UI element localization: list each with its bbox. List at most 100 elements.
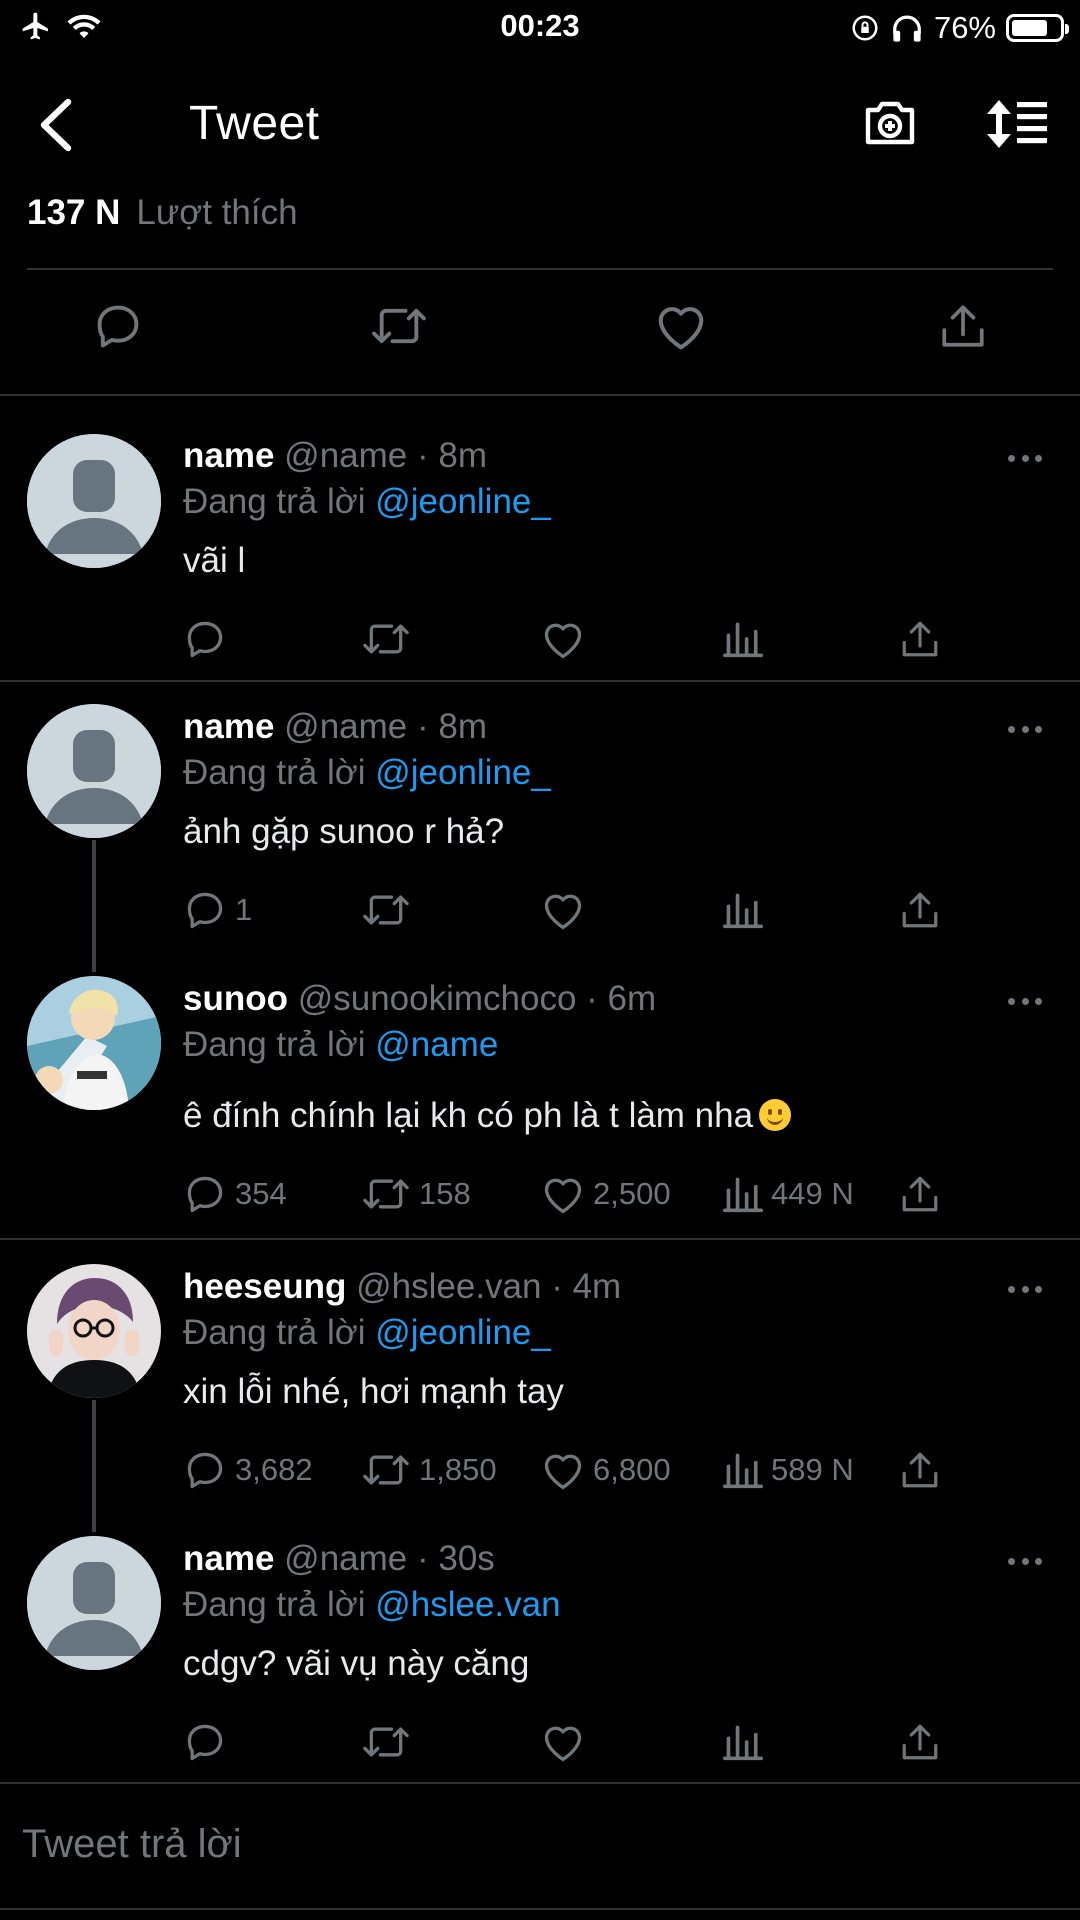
retweet-count: 1,850 — [419, 1452, 497, 1487]
tweet-actions — [183, 1720, 963, 1770]
display-name[interactable]: name — [183, 436, 274, 475]
retweet-button[interactable] — [361, 1720, 419, 1764]
display-name[interactable]: sunoo — [183, 979, 288, 1018]
replying-prefix: Đang trả lời — [183, 1585, 366, 1624]
more-options-button[interactable] — [1008, 1286, 1042, 1294]
avatar[interactable] — [27, 1264, 161, 1398]
share-button[interactable] — [899, 1448, 941, 1492]
reply-tweet[interactable]: sunoo @sunookimchoco · 6m Đang trả lời @… — [0, 974, 1080, 1238]
orientation-lock-icon — [852, 15, 878, 41]
reply-button[interactable]: 3,682 — [183, 1448, 313, 1492]
like-button[interactable] — [541, 617, 593, 661]
main-retweet-button[interactable] — [370, 300, 428, 357]
view-count: 449 N — [771, 1176, 854, 1211]
like-button[interactable]: 2,500 — [541, 1172, 671, 1216]
default-avatar-icon — [27, 1536, 161, 1670]
views-chart-icon — [723, 1725, 763, 1761]
avatar[interactable] — [27, 1536, 161, 1670]
tweet-actions — [183, 617, 963, 667]
main-reply-button[interactable] — [92, 300, 144, 357]
camera-button[interactable] — [862, 96, 918, 153]
like-button[interactable] — [541, 888, 593, 932]
reply-tweet[interactable]: name @name · 30s Đang trả lời @hslee.van… — [0, 1534, 1080, 1784]
battery-icon — [1006, 14, 1069, 42]
sort-button[interactable] — [985, 98, 1049, 155]
replying-to: Đang trả lời @name — [183, 1025, 498, 1065]
share-button[interactable] — [899, 1172, 941, 1216]
views-button[interactable] — [723, 1720, 771, 1764]
reply-composer-input[interactable]: Tweet trả lời — [22, 1822, 242, 1867]
avatar[interactable] — [27, 976, 161, 1110]
divider — [0, 1908, 1080, 1910]
mention-link[interactable]: @jeonline_ — [375, 1313, 551, 1352]
handle-time: @name · 8m — [284, 707, 487, 746]
page-title: Tweet — [189, 97, 320, 150]
more-options-button[interactable] — [1008, 1558, 1042, 1566]
reply-button[interactable] — [183, 1720, 235, 1764]
tweet-header: name @name · 8m — [183, 707, 487, 747]
share-icon — [902, 621, 938, 657]
reply-tweet[interactable]: name @name · 8m Đang trả lời @jeonline_ … — [0, 430, 1080, 680]
mention-link[interactable]: @hslee.van — [375, 1585, 560, 1624]
tweet-actions: 354 158 2,500 449 N — [183, 1172, 963, 1222]
retweet-icon — [363, 1179, 409, 1209]
reply-button[interactable]: 1 — [183, 888, 252, 932]
tweet-text: vãi l — [183, 541, 246, 580]
main-share-button[interactable] — [938, 300, 988, 357]
more-options-button[interactable] — [1008, 726, 1042, 734]
status-bar: 00:23 76% — [0, 0, 1080, 54]
reply-tweet[interactable]: heeseung @hslee.van · 4m Đang trả lời @j… — [0, 1262, 1080, 1532]
share-button[interactable] — [899, 1720, 941, 1764]
tweet-text-wrap: ê đính chính lại kh có ph là t làm nha — [183, 1096, 792, 1136]
views-button[interactable]: 589 N — [723, 1448, 854, 1492]
handle-time: @name · 30s — [284, 1539, 495, 1578]
mention-link[interactable]: @name — [375, 1025, 498, 1064]
tweet-actions: 3,682 1,850 6,800 589 N — [183, 1448, 963, 1498]
likes-summary[interactable]: 137 N Lượt thích — [27, 193, 298, 233]
replying-to: Đang trả lời @jeonline_ — [183, 753, 551, 793]
views-button[interactable] — [723, 888, 771, 932]
like-button[interactable]: 6,800 — [541, 1448, 671, 1492]
views-chart-icon — [723, 622, 763, 658]
reply-icon — [187, 892, 223, 929]
mention-link[interactable]: @jeonline_ — [375, 482, 551, 521]
reply-icon — [187, 1724, 223, 1761]
share-button[interactable] — [899, 617, 941, 661]
retweet-button[interactable] — [361, 888, 419, 932]
replying-prefix: Đang trả lời — [183, 753, 366, 792]
reply-count: 1 — [235, 892, 253, 927]
retweet-icon — [363, 895, 409, 925]
display-name[interactable]: name — [183, 1539, 274, 1578]
divider — [0, 680, 1080, 682]
views-button[interactable]: 449 N — [723, 1172, 854, 1216]
divider — [0, 394, 1080, 396]
main-like-button[interactable] — [654, 300, 708, 357]
reply-button[interactable]: 354 — [183, 1172, 287, 1216]
retweet-button[interactable]: 1,850 — [361, 1448, 497, 1492]
heart-icon — [658, 307, 704, 350]
more-options-button[interactable] — [1008, 998, 1042, 1006]
avatar[interactable] — [27, 434, 161, 568]
views-button[interactable] — [723, 617, 771, 661]
retweet-button[interactable]: 158 — [361, 1172, 471, 1216]
back-button[interactable] — [36, 98, 76, 157]
display-name[interactable]: name — [183, 707, 274, 746]
like-button[interactable] — [541, 1720, 593, 1764]
mention-link[interactable]: @jeonline_ — [375, 753, 551, 792]
sort-replies-icon — [987, 100, 1047, 148]
top-nav: Tweet — [0, 70, 1080, 180]
camera-plus-icon — [865, 101, 915, 145]
retweet-icon — [363, 624, 409, 654]
default-avatar-icon — [27, 434, 161, 568]
avatar[interactable] — [27, 704, 161, 838]
retweet-button[interactable] — [361, 617, 419, 661]
share-icon — [942, 305, 984, 347]
replying-to: Đang trả lời @jeonline_ — [183, 1313, 551, 1353]
retweet-icon — [372, 308, 426, 344]
share-button[interactable] — [899, 888, 941, 932]
more-options-button[interactable] — [1008, 455, 1042, 463]
reply-button[interactable] — [183, 617, 235, 661]
reply-tweet[interactable]: name @name · 8m Đang trả lời @jeonline_ … — [0, 702, 1080, 972]
display-name[interactable]: heeseung — [183, 1267, 346, 1306]
user-photo-icon — [27, 1264, 161, 1398]
